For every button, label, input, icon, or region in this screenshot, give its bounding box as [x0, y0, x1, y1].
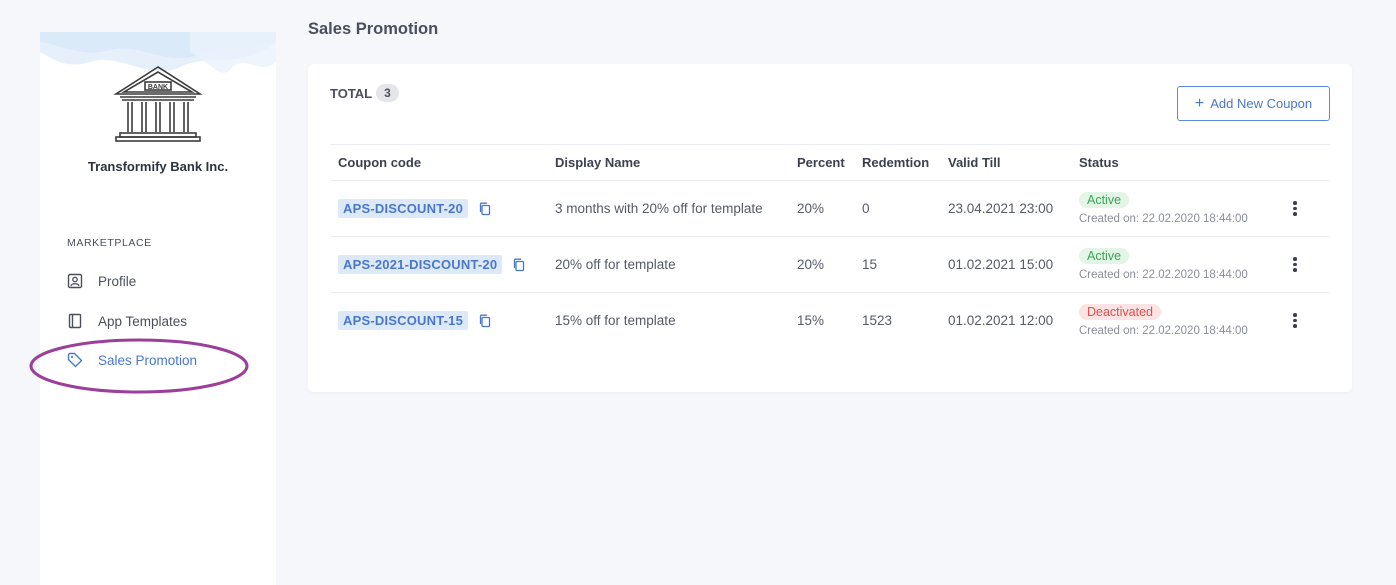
total-summary: TOTAL 3	[330, 84, 399, 102]
total-label: TOTAL	[330, 85, 373, 101]
coupon-code-tag: APS-DISCOUNT-20	[338, 199, 469, 218]
column-header-status[interactable]: Status	[1079, 145, 1119, 180]
row-menu-cell	[1285, 237, 1305, 292]
row-menu-cell	[1285, 293, 1305, 348]
add-new-coupon-button[interactable]: + Add New Coupon	[1177, 86, 1330, 121]
table-row[interactable]: APS-DISCOUNT-15 15% off for template 15%…	[330, 292, 1330, 348]
redemption-cell: 15	[862, 257, 878, 272]
status-badge: Active	[1079, 192, 1130, 208]
tag-icon	[67, 352, 83, 368]
sidebar-item-sales-promotion[interactable]: Sales Promotion	[67, 349, 197, 371]
coupon-code-cell: APS-2021-DISCOUNT-20	[338, 237, 526, 292]
column-header-display-name[interactable]: Display Name	[555, 145, 640, 180]
status-badge: Deactivated	[1079, 304, 1162, 320]
display-name-cell: 3 months with 20% off for template	[555, 201, 763, 216]
sidebar-item-label: Profile	[98, 273, 137, 289]
nav-section-label: MARKETPLACE	[67, 237, 152, 249]
logo-text: BANK	[148, 84, 168, 91]
table-row[interactable]: APS-DISCOUNT-20 3 months with 20% off fo…	[330, 180, 1330, 236]
coupons-card: TOTAL 3 + Add New Coupon Coupon code Dis…	[308, 64, 1352, 392]
organization-name: Transformify Bank Inc.	[87, 159, 229, 174]
redemption-cell: 0	[862, 201, 870, 216]
table-row[interactable]: APS-2021-DISCOUNT-20 20% off for templat…	[330, 236, 1330, 292]
more-options-icon[interactable]	[1287, 309, 1303, 332]
sidebar-item-label: Sales Promotion	[98, 352, 198, 368]
sidebar-item-profile[interactable]: Profile	[67, 270, 136, 292]
created-on-text: Created on: 22.02.2020 18:44:00	[1079, 213, 1248, 225]
table-header-row: Coupon code Display Name Percent Redemti…	[330, 144, 1330, 180]
display-name-cell: 20% off for template	[555, 257, 676, 272]
percent-cell: 20%	[797, 257, 825, 272]
percent-cell: 20%	[797, 201, 825, 216]
copy-icon[interactable]	[512, 258, 526, 272]
column-header-coupon-code[interactable]: Coupon code	[338, 145, 421, 180]
sidebar: BANK Transformify Bank Inc. MARKETPLACE …	[40, 32, 276, 585]
book-icon	[67, 313, 83, 329]
profile-icon	[67, 273, 83, 289]
valid-till-cell: 01.02.2021 15:00	[948, 257, 1054, 272]
bank-logo: BANK	[113, 66, 203, 142]
coupon-code-cell: APS-DISCOUNT-15	[338, 293, 492, 348]
column-header-redemption[interactable]: Redemtion	[862, 145, 929, 180]
column-header-valid-till[interactable]: Valid Till	[948, 145, 1001, 180]
coupon-code-tag: APS-DISCOUNT-15	[338, 311, 469, 330]
percent-cell: 15%	[797, 313, 825, 328]
column-header-percent[interactable]: Percent	[797, 145, 845, 180]
add-new-coupon-label: Add New Coupon	[1210, 96, 1313, 111]
sidebar-item-app-templates[interactable]: App Templates	[67, 310, 187, 332]
copy-icon[interactable]	[478, 314, 492, 328]
coupon-code-cell: APS-DISCOUNT-20	[338, 181, 492, 236]
redemption-cell: 1523	[862, 313, 893, 328]
more-options-icon[interactable]	[1287, 197, 1303, 220]
copy-icon[interactable]	[478, 202, 492, 216]
valid-till-cell: 01.02.2021 12:00	[948, 313, 1054, 328]
total-count-badge: 3	[376, 84, 399, 102]
row-menu-cell	[1285, 181, 1305, 236]
page-title: Sales Promotion	[308, 20, 439, 38]
status-badge: Active	[1079, 248, 1130, 264]
more-options-icon[interactable]	[1287, 253, 1303, 276]
status-cell: Active Created on: 22.02.2020 18:44:00	[1079, 181, 1248, 236]
coupons-table: Coupon code Display Name Percent Redemti…	[330, 144, 1330, 348]
plus-icon: +	[1194, 94, 1205, 112]
coupon-code-tag: APS-2021-DISCOUNT-20	[338, 255, 503, 274]
valid-till-cell: 23.04.2021 23:00	[948, 201, 1054, 216]
status-cell: Active Created on: 22.02.2020 18:44:00	[1079, 237, 1248, 292]
status-cell: Deactivated Created on: 22.02.2020 18:44…	[1079, 293, 1248, 348]
sidebar-item-label: App Templates	[98, 313, 188, 329]
created-on-text: Created on: 22.02.2020 18:44:00	[1079, 269, 1248, 281]
created-on-text: Created on: 22.02.2020 18:44:00	[1079, 325, 1248, 337]
display-name-cell: 15% off for template	[555, 313, 676, 328]
